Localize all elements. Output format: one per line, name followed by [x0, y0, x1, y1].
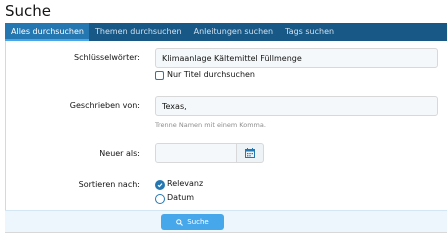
- keywords-input[interactable]: [155, 48, 438, 68]
- title-only-checkbox[interactable]: [155, 71, 164, 80]
- check-icon: [157, 183, 163, 188]
- author-label: Geschrieben von:: [69, 101, 140, 110]
- sort-relevanz-label: Relevanz: [167, 179, 204, 188]
- title-only-label: Nur Titel durchsuchen: [167, 70, 256, 79]
- sort-datum-label: Datum: [167, 193, 195, 202]
- search-button[interactable]: Suche: [161, 214, 224, 230]
- keywords-label: Schlüsselwörter:: [74, 53, 140, 62]
- sort-label: Sortieren nach:: [78, 180, 140, 189]
- tab-themen-durchsuchen[interactable]: Themen durchsuchen: [89, 23, 188, 41]
- tab-alles-durchsuchen[interactable]: Alles durchsuchen: [5, 23, 89, 41]
- page-title: Suche: [5, 2, 52, 20]
- form-footer: Suche: [5, 210, 447, 232]
- sort-relevanz-radio[interactable]: [155, 180, 165, 190]
- calendar-icon: [245, 148, 255, 158]
- newer-than-date-input[interactable]: [155, 143, 237, 163]
- search-icon: [176, 218, 184, 226]
- sort-datum-radio[interactable]: [155, 194, 165, 204]
- newer-than-label: Neuer als:: [99, 149, 140, 158]
- search-button-label: Suche: [187, 218, 209, 226]
- tab-anleitungen-suchen[interactable]: Anleitungen suchen: [188, 23, 280, 41]
- tab-tags-suchen[interactable]: Tags suchen: [279, 23, 340, 41]
- tab-bar: Alles durchsuchen Themen durchsuchen Anl…: [5, 23, 447, 41]
- calendar-button[interactable]: [236, 143, 264, 163]
- author-input[interactable]: [155, 96, 438, 116]
- author-hint: Trenne Namen mit einem Komma.: [155, 121, 266, 129]
- bottom-divider: [5, 232, 447, 233]
